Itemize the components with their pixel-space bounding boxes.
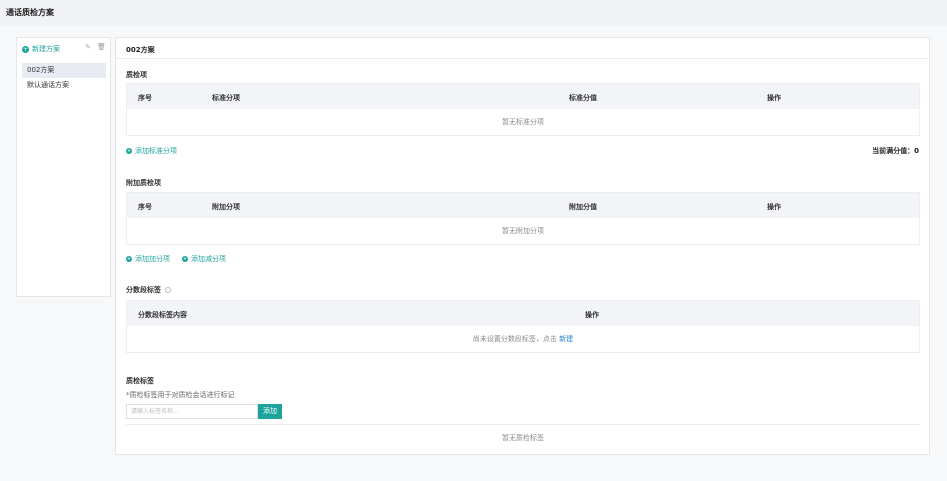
divider bbox=[116, 58, 929, 59]
score-tags-section-title: 分数段标签 bbox=[126, 285, 171, 295]
create-score-tag-link[interactable]: 新建 bbox=[559, 335, 573, 343]
page-title: 通话质检方案 bbox=[6, 8, 54, 17]
help-icon[interactable] bbox=[165, 287, 171, 293]
add-minus-item-label: 添加减分项 bbox=[191, 255, 226, 263]
score-tags-table: 分数段标签内容 操作 尚未设置分数段标签，点击 新建 bbox=[126, 300, 920, 353]
col-op: 操作 bbox=[767, 203, 781, 211]
extra-actions: + 添加加分项 + 添加减分项 bbox=[126, 254, 238, 264]
top-bar: 通话质检方案 bbox=[0, 0, 947, 26]
new-scheme-label: 新建方案 bbox=[32, 45, 60, 53]
extra-table: 序号 附加分项 附加分值 操作 暂无附加分项 bbox=[126, 192, 920, 245]
col-content: 分数段标签内容 bbox=[138, 311, 187, 319]
col-item: 附加分项 bbox=[212, 203, 240, 211]
qc-tags-section-title: 质检标签 bbox=[126, 377, 154, 385]
qc-table: 序号 标准分项 标准分值 操作 暂无标准分项 bbox=[126, 83, 920, 136]
trash-icon[interactable]: 🗑 bbox=[97, 43, 106, 51]
qc-empty: 暂无标准分项 bbox=[502, 118, 544, 126]
extra-section-title: 附加质检项 bbox=[126, 179, 161, 187]
col-op: 操作 bbox=[767, 94, 781, 102]
qc-section-title: 质检项 bbox=[126, 71, 147, 79]
plus-circle-icon: + bbox=[182, 256, 188, 262]
full-score: 当前满分值：0 bbox=[872, 147, 919, 155]
divider bbox=[126, 424, 920, 425]
plus-circle-icon: + bbox=[126, 148, 132, 154]
score-tags-empty-text: 尚未设置分数段标签，点击 bbox=[472, 335, 557, 343]
qc-table-header: 序号 标准分项 标准分值 操作 bbox=[127, 84, 919, 109]
plus-circle-icon: + bbox=[126, 256, 132, 262]
edit-icon[interactable]: ✎ bbox=[85, 43, 93, 51]
extra-empty: 暂无附加分项 bbox=[502, 227, 544, 235]
score-tags-table-header: 分数段标签内容 操作 bbox=[127, 301, 919, 326]
col-index: 序号 bbox=[138, 94, 152, 102]
tag-name-input[interactable] bbox=[126, 404, 258, 419]
qc-actions: + 添加标准分项 bbox=[126, 146, 189, 156]
col-item: 标准分项 bbox=[212, 94, 240, 102]
qc-tags-hint: *质检标签用于对质检会话进行标记 bbox=[126, 391, 235, 399]
add-plus-item-label: 添加加分项 bbox=[135, 255, 170, 263]
scheme-sidebar: + 新建方案 ✎ 🗑 002方案 默认通话方案 bbox=[16, 37, 111, 297]
col-op: 操作 bbox=[585, 311, 599, 319]
scheme-list: 002方案 默认通话方案 bbox=[22, 63, 106, 93]
sidebar-header: + 新建方案 ✎ 🗑 bbox=[17, 38, 110, 58]
scheme-detail-panel: 002方案 质检项 序号 标准分项 标准分值 操作 暂无标准分项 + 添加标准分… bbox=[115, 37, 930, 455]
add-minus-item-button[interactable]: + 添加减分项 bbox=[182, 254, 226, 264]
score-tags-empty: 尚未设置分数段标签，点击 新建 bbox=[127, 326, 919, 352]
scheme-name: 002方案 bbox=[126, 46, 155, 54]
new-scheme-button[interactable]: + 新建方案 bbox=[22, 44, 60, 54]
col-score: 标准分值 bbox=[569, 94, 597, 102]
add-tag-button[interactable]: 添加 bbox=[258, 404, 282, 419]
add-standard-item-button[interactable]: + 添加标准分项 bbox=[126, 146, 177, 156]
extra-table-header: 序号 附加分项 附加分值 操作 bbox=[127, 193, 919, 218]
score-tags-title: 分数段标签 bbox=[126, 286, 161, 294]
col-index: 序号 bbox=[138, 203, 152, 211]
scheme-item-default[interactable]: 默认通话方案 bbox=[22, 78, 106, 93]
col-score: 附加分值 bbox=[569, 203, 597, 211]
scheme-item-002[interactable]: 002方案 bbox=[22, 63, 106, 78]
qc-tags-empty: 暂无质检标签 bbox=[502, 434, 544, 442]
add-plus-item-button[interactable]: + 添加加分项 bbox=[126, 254, 170, 264]
add-standard-item-label: 添加标准分项 bbox=[135, 147, 177, 155]
plus-circle-icon: + bbox=[22, 45, 29, 53]
